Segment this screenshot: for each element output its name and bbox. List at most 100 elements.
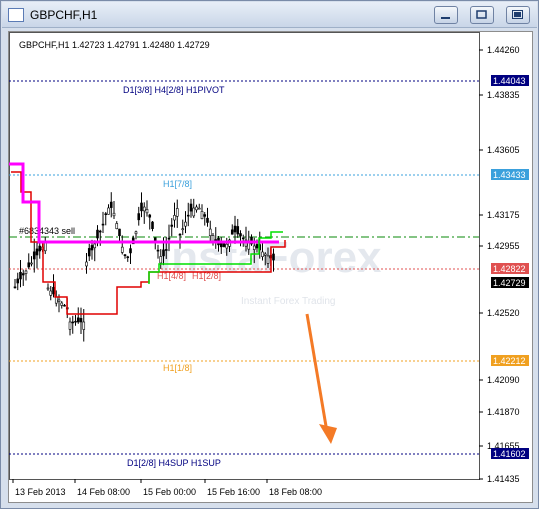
- candle-body: [43, 242, 47, 252]
- level-price-text: 1.41602: [493, 449, 526, 459]
- title-bar[interactable]: GBPCHF,H1: [2, 2, 537, 28]
- candle-body: [192, 207, 196, 217]
- candle-body: [32, 251, 36, 260]
- y-tick-label: 1.42955: [487, 241, 520, 251]
- candle-body: [129, 248, 132, 254]
- minimize-button[interactable]: [434, 6, 458, 24]
- candle-body: [156, 249, 160, 252]
- candle-body: [49, 290, 53, 296]
- candle-body: [241, 237, 245, 240]
- y-tick-label: 1.42090: [487, 375, 520, 385]
- y-tick-label: 1.41870: [487, 407, 520, 417]
- candle-body: [272, 253, 275, 261]
- level-label: H1[7/8]: [163, 179, 192, 189]
- candle-body: [38, 245, 42, 252]
- candle-body: [93, 243, 97, 249]
- candle-body: [118, 228, 121, 237]
- candle-body: [173, 215, 176, 221]
- level-label: D1[2/8] H4SUP H1SUP: [127, 458, 221, 468]
- candle-body: [203, 214, 207, 217]
- chart-window: GBPCHF,H1 InstaForexInstant Forex Tradin…: [0, 0, 539, 509]
- candle-body: [142, 206, 146, 212]
- candle-body: [82, 321, 86, 330]
- candle-body: [68, 321, 72, 330]
- candle-body: [57, 299, 61, 302]
- candle-body: [181, 228, 185, 231]
- candle-body: [21, 273, 25, 276]
- candle-body: [63, 304, 66, 307]
- level-price-text: 1.43433: [493, 170, 526, 180]
- price-chart[interactable]: InstaForexInstant Forex Trading1.442601.…: [9, 32, 532, 502]
- candle-body: [30, 262, 33, 265]
- candle-body: [208, 228, 212, 236]
- candle-body: [13, 286, 17, 289]
- candle-body: [164, 249, 168, 251]
- candle-body: [104, 213, 108, 216]
- candle-body: [206, 217, 209, 223]
- candle-body: [236, 226, 240, 235]
- candle-body: [52, 286, 55, 295]
- candle-body: [87, 248, 91, 257]
- candle-body: [189, 203, 193, 212]
- candle-body: [225, 243, 229, 249]
- window-title: GBPCHF,H1: [30, 8, 98, 22]
- candle-body: [46, 287, 50, 290]
- symbol-info-line: GBPCHF,H1 1.42723 1.42791 1.42480 1.4272…: [19, 40, 210, 50]
- y-tick-label: 1.41435: [487, 474, 520, 484]
- candle-body: [109, 201, 113, 208]
- candle-body: [211, 235, 215, 242]
- candle-body: [76, 317, 80, 323]
- candle-body: [186, 214, 190, 217]
- candle-body: [60, 302, 64, 306]
- chart-area[interactable]: InstaForexInstant Forex Trading1.442601.…: [8, 31, 533, 503]
- candle-body: [126, 256, 130, 259]
- level-price-text: 1.44043: [493, 76, 526, 86]
- candle-body: [107, 207, 110, 215]
- candle-body: [263, 253, 267, 256]
- candle-body: [255, 244, 259, 249]
- y-tick-label: 1.43175: [487, 210, 520, 220]
- candle-body: [96, 229, 99, 239]
- chart-window-icon: [8, 8, 24, 22]
- candle-body: [74, 320, 77, 323]
- candle-body: [175, 208, 179, 217]
- close-button[interactable]: [506, 6, 530, 24]
- candle-body: [98, 230, 102, 233]
- candle-body: [167, 237, 171, 240]
- watermark-subtitle: Instant Forex Trading: [241, 296, 336, 307]
- level-label: D1[3/8] H4[2/8] H1PIVOT: [123, 85, 225, 95]
- candle-body: [19, 271, 22, 280]
- candle-body: [54, 296, 58, 304]
- candle-body: [159, 256, 163, 264]
- candle-body: [71, 321, 75, 324]
- candle-body: [252, 245, 256, 250]
- candle-body: [27, 262, 31, 268]
- y-tick-label: 1.43605: [487, 145, 520, 155]
- candle-body: [230, 229, 234, 235]
- candle-body: [261, 251, 264, 257]
- order-label: #6834343 sell: [19, 226, 75, 236]
- level-label: H1[1/8]: [163, 363, 192, 373]
- candle-body: [200, 211, 204, 220]
- candle-body: [162, 249, 165, 257]
- candle-body: [233, 225, 237, 233]
- maximize-button[interactable]: [470, 6, 494, 24]
- candle-body: [148, 214, 152, 218]
- candle-body: [112, 212, 116, 217]
- candle-body: [239, 233, 242, 237]
- x-tick-label: 13 Feb 2013: [15, 487, 66, 497]
- x-tick-label: 14 Feb 08:00: [77, 487, 130, 497]
- candle-body: [137, 213, 141, 221]
- candle-body: [170, 224, 174, 227]
- candle-body: [140, 202, 143, 212]
- candle-body: [16, 278, 20, 284]
- candle-body: [120, 246, 124, 253]
- candle-body: [178, 233, 182, 236]
- candle-body: [184, 221, 187, 227]
- candle-body: [222, 243, 226, 247]
- candle-body: [35, 248, 39, 256]
- candle-body: [101, 223, 105, 226]
- x-tick-label: 18 Feb 08:00: [269, 487, 322, 497]
- candle-body: [79, 318, 83, 323]
- candle-body: [197, 207, 201, 210]
